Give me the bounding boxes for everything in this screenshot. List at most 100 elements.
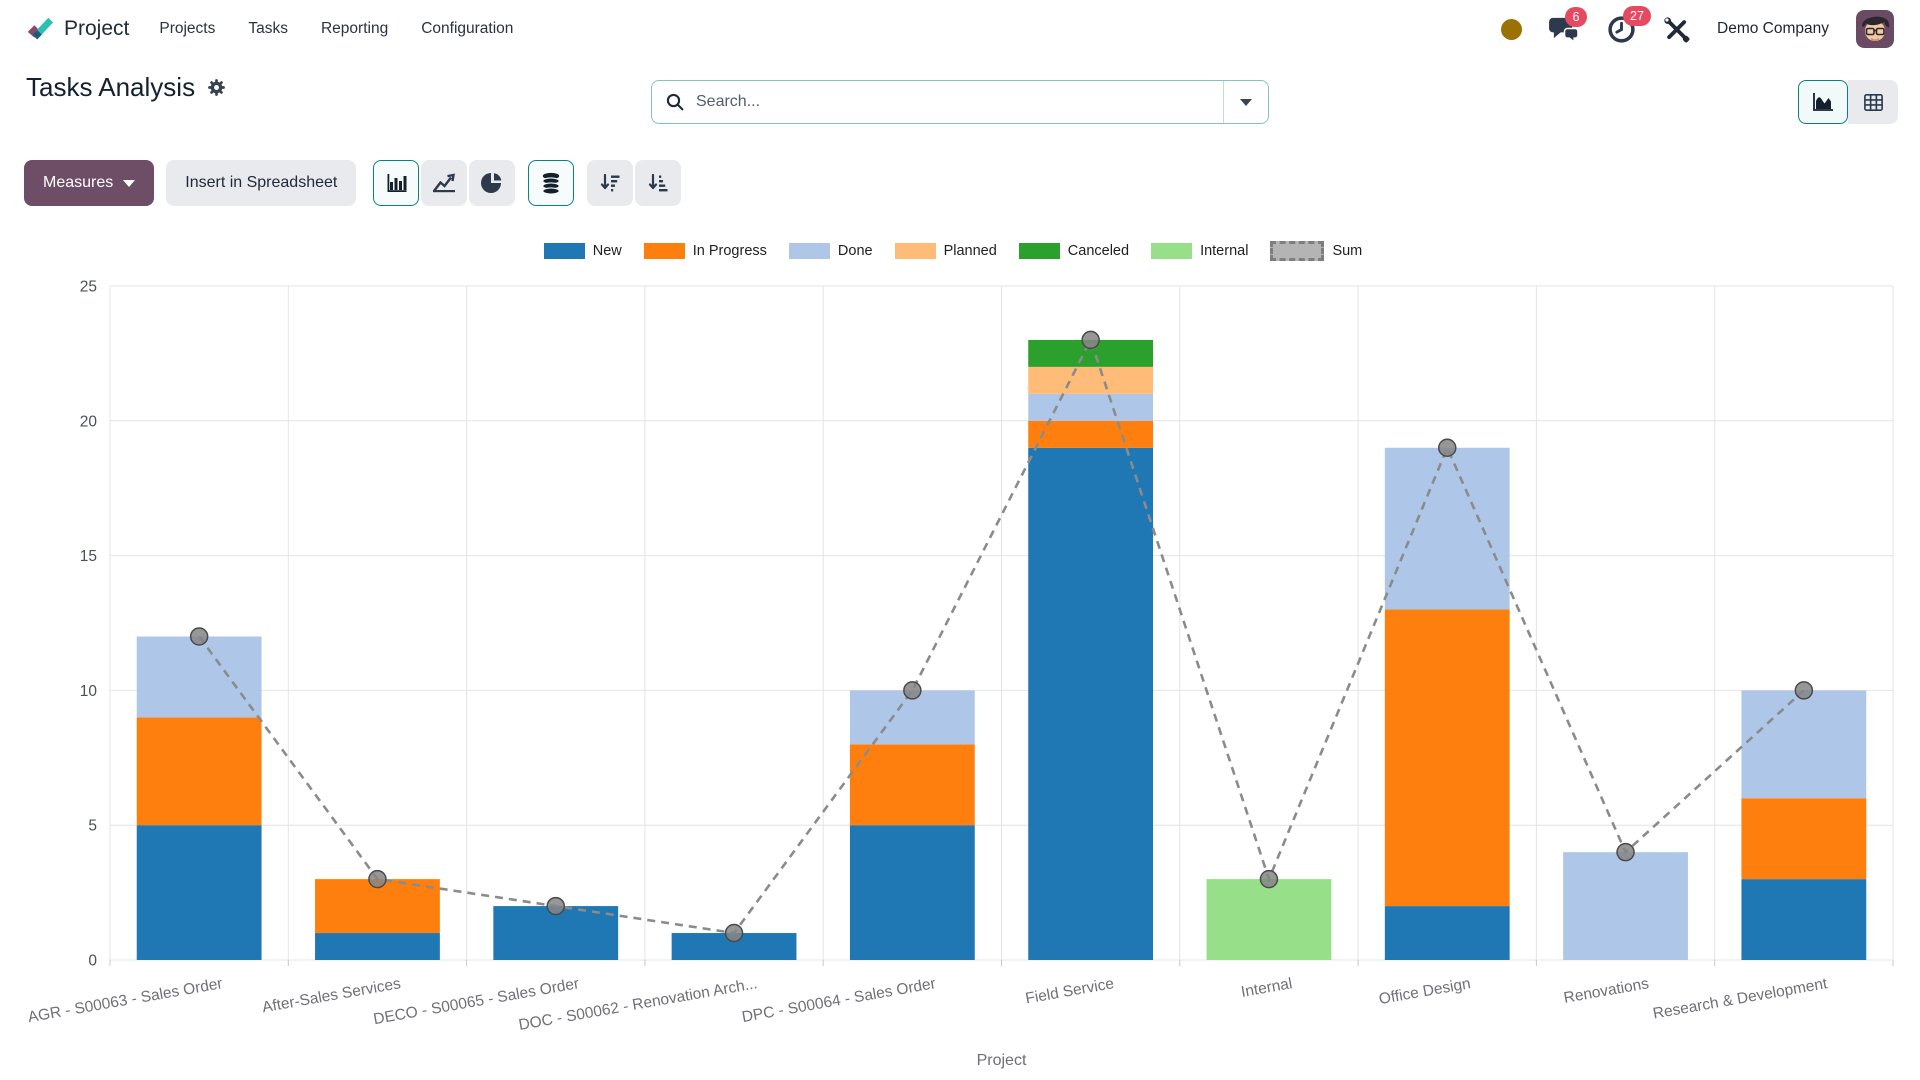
sum-marker xyxy=(369,871,386,888)
pivot-view-button[interactable] xyxy=(1848,80,1898,124)
user-avatar[interactable] xyxy=(1856,10,1894,48)
activities-clock-icon[interactable]: 27 xyxy=(1607,15,1636,44)
sum-marker xyxy=(547,898,564,915)
sum-marker xyxy=(904,682,921,699)
sum-marker xyxy=(1082,331,1099,348)
sort-ascending-button[interactable] xyxy=(635,160,681,206)
systray: 6 27 Demo Company xyxy=(1501,10,1894,48)
legend-swatch xyxy=(1019,243,1060,259)
control-panel: Tasks Analysis xyxy=(0,58,1920,128)
legend-label: New xyxy=(593,243,622,259)
legend-label: Canceled xyxy=(1068,243,1129,259)
bar-segment-in-progress[interactable] xyxy=(1385,610,1510,907)
pie-chart-button[interactable] xyxy=(469,160,515,206)
legend-label: Planned xyxy=(944,243,997,259)
app-switcher[interactable]: Project xyxy=(24,14,129,44)
bar-segment-done[interactable] xyxy=(1563,852,1688,960)
x-axis-label: DPC - S00064 - Sales Order xyxy=(741,975,937,1026)
legend-item-internal[interactable]: Internal xyxy=(1151,243,1248,259)
sort-group xyxy=(587,160,681,206)
graph-toolbar: Measures Insert in Spreadsheet xyxy=(0,158,1920,208)
messages-icon[interactable]: 6 xyxy=(1549,16,1580,43)
graph-view-button[interactable] xyxy=(1798,80,1848,124)
chart-type-group xyxy=(373,160,515,206)
legend-swatch xyxy=(895,243,936,259)
x-axis-label: AGR - S00063 - Sales Order xyxy=(27,975,224,1026)
bar-chart-button[interactable] xyxy=(373,160,419,206)
messages-badge: 6 xyxy=(1565,7,1587,28)
legend-label: Done xyxy=(838,243,873,259)
svg-text:15: 15 xyxy=(80,548,97,565)
bar-segment-new[interactable] xyxy=(1028,448,1153,960)
status-dot-icon[interactable] xyxy=(1501,19,1522,40)
bar-segment-new[interactable] xyxy=(1385,906,1510,960)
chart-legend: New In Progress Done Planned Canceled Interna… xyxy=(0,241,1920,261)
nav-item-tasks[interactable]: Tasks xyxy=(248,20,288,38)
view-switcher xyxy=(1798,80,1898,124)
bar-segment-in-progress[interactable] xyxy=(137,717,262,825)
x-axis-title: Project xyxy=(977,1052,1027,1069)
bar-segment-new[interactable] xyxy=(850,825,975,960)
chevron-down-icon xyxy=(123,180,135,187)
legend-item-new[interactable]: New xyxy=(544,243,622,259)
line-chart-button[interactable] xyxy=(421,160,467,206)
legend-item-in-progress[interactable]: In Progress xyxy=(644,243,767,259)
legend-swatch xyxy=(789,243,830,259)
legend-item-planned[interactable]: Planned xyxy=(895,243,997,259)
sum-marker xyxy=(726,925,743,942)
legend-item-done[interactable]: Done xyxy=(789,243,873,259)
svg-text:25: 25 xyxy=(80,279,97,296)
search-bar xyxy=(651,80,1269,124)
bar-segment-in-progress[interactable] xyxy=(850,744,975,825)
bar-segment-done[interactable] xyxy=(137,636,262,717)
search-input[interactable] xyxy=(694,92,1223,112)
bar-segment-planned[interactable] xyxy=(1028,367,1153,394)
sum-marker xyxy=(1617,844,1634,861)
page-title: Tasks Analysis xyxy=(26,72,195,103)
x-axis-label: Research & Development xyxy=(1652,975,1830,1023)
legend-item-canceled[interactable]: Canceled xyxy=(1019,243,1129,259)
bar-segment-new[interactable] xyxy=(137,825,262,960)
x-axis-label: Office Design xyxy=(1378,975,1472,1008)
legend-label: Sum xyxy=(1332,243,1362,259)
bar-segment-new[interactable] xyxy=(315,933,440,960)
bar-segment-done[interactable] xyxy=(1028,394,1153,421)
bar-segment-done[interactable] xyxy=(1385,448,1510,610)
legend-label: Internal xyxy=(1200,243,1248,259)
nav-item-configuration[interactable]: Configuration xyxy=(421,20,513,38)
insert-in-spreadsheet-button[interactable]: Insert in Spreadsheet xyxy=(166,160,356,206)
sum-marker xyxy=(191,628,208,645)
x-axis-label: Field Service xyxy=(1024,975,1115,1007)
stacked-toggle-button[interactable] xyxy=(528,160,574,206)
svg-text:0: 0 xyxy=(88,953,97,970)
bar-segment-in-progress[interactable] xyxy=(1741,798,1866,879)
legend-item-sum[interactable]: Sum xyxy=(1270,241,1362,261)
view-settings-gear-icon[interactable] xyxy=(207,78,226,97)
sum-marker xyxy=(1260,871,1277,888)
legend-swatch xyxy=(644,243,685,259)
app-name: Project xyxy=(64,17,129,41)
bar-segment-internal[interactable] xyxy=(1207,879,1332,960)
company-name[interactable]: Demo Company xyxy=(1717,20,1829,38)
sum-marker xyxy=(1439,439,1456,456)
search-icon xyxy=(666,93,684,111)
legend-swatch xyxy=(544,243,585,259)
tools-icon[interactable] xyxy=(1663,16,1690,43)
sum-marker xyxy=(1795,682,1812,699)
bar-segment-done[interactable] xyxy=(1741,690,1866,798)
legend-label: In Progress xyxy=(693,243,767,259)
sort-descending-button[interactable] xyxy=(587,160,633,206)
x-axis-label: Internal xyxy=(1240,975,1294,1001)
nav-item-reporting[interactable]: Reporting xyxy=(321,20,388,38)
svg-text:20: 20 xyxy=(80,413,98,430)
legend-swatch xyxy=(1270,241,1324,261)
project-app-logo-icon xyxy=(24,14,54,44)
search-options-toggle[interactable] xyxy=(1223,81,1268,123)
legend-swatch xyxy=(1151,243,1192,259)
svg-text:5: 5 xyxy=(88,818,97,835)
nav-item-projects[interactable]: Projects xyxy=(159,20,215,38)
bar-segment-new[interactable] xyxy=(1741,879,1866,960)
top-navbar: Project Projects Tasks Reporting Configu… xyxy=(0,0,1920,58)
measures-button[interactable]: Measures xyxy=(24,160,154,206)
insert-spreadsheet-label: Insert in Spreadsheet xyxy=(185,174,337,192)
